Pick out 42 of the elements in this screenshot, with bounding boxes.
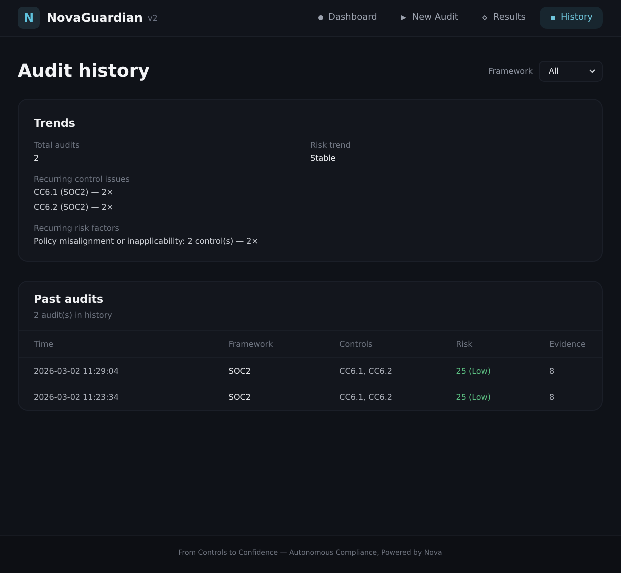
chevron-down-icon <box>589 69 596 74</box>
nav-tab[interactable]: Results <box>472 7 536 29</box>
dot-icon <box>318 15 324 21</box>
evidence-cell: 8 <box>550 358 602 384</box>
column-header: Time <box>19 331 229 358</box>
nav-tab[interactable]: History <box>540 7 603 29</box>
section-label: Recurring control issues <box>34 175 131 184</box>
trend-item: CC6.1 (SOC2) — 2× <box>34 188 115 197</box>
filter-label: Framework <box>488 67 533 76</box>
card-subtitle: 2 audit(s) in history <box>34 311 114 320</box>
risk-cell-text: 25 (Low) <box>456 392 492 404</box>
section-label: Recurring risk factors <box>34 224 120 233</box>
card-title: Trends <box>34 117 76 130</box>
app-logo: N <box>18 7 40 29</box>
trend-item: Policy misalignment or inapplicability: 2 control(s) — 2× <box>34 237 260 246</box>
controls-cell-text: CC6.1, CC6.2 <box>340 392 394 404</box>
framework-cell: SOC2 <box>228 358 340 384</box>
app-name: NovaGuardian <box>47 11 143 25</box>
stat-label: Risk trend <box>310 141 352 150</box>
time-cell: 2026-03-02 11:23:34 <box>19 384 229 410</box>
framework-dropdown[interactable]: All <box>539 61 603 82</box>
card-title: Past audits <box>34 293 105 306</box>
column-header: Framework <box>228 331 340 358</box>
nav-tab[interactable]: New Audit <box>391 7 468 29</box>
time-cell: 2026-03-02 11:29:04 <box>19 358 229 384</box>
column-header: Controls <box>340 331 456 358</box>
evidence-cell-text: 8 <box>550 392 556 404</box>
stat-label: Total audits <box>34 141 81 150</box>
stat-value: Stable <box>310 154 337 163</box>
trend-item: CC6.2 (SOC2) — 2× <box>34 203 115 212</box>
diamond-icon <box>482 15 488 21</box>
play-icon <box>401 15 408 21</box>
square-icon <box>550 15 556 21</box>
controls-cell: CC6.1, CC6.2 <box>340 358 456 384</box>
page-title: Audit history <box>18 61 150 82</box>
version-label: v2 <box>148 14 158 22</box>
column-header: Risk <box>456 331 550 358</box>
column-header: Evidence <box>550 331 602 358</box>
stat-value: 2 <box>34 154 40 163</box>
nav-tab[interactable]: Dashboard <box>308 7 388 29</box>
risk-cell: 25 (Low) <box>456 358 550 384</box>
framework-cell-text: SOC2 <box>228 392 252 404</box>
